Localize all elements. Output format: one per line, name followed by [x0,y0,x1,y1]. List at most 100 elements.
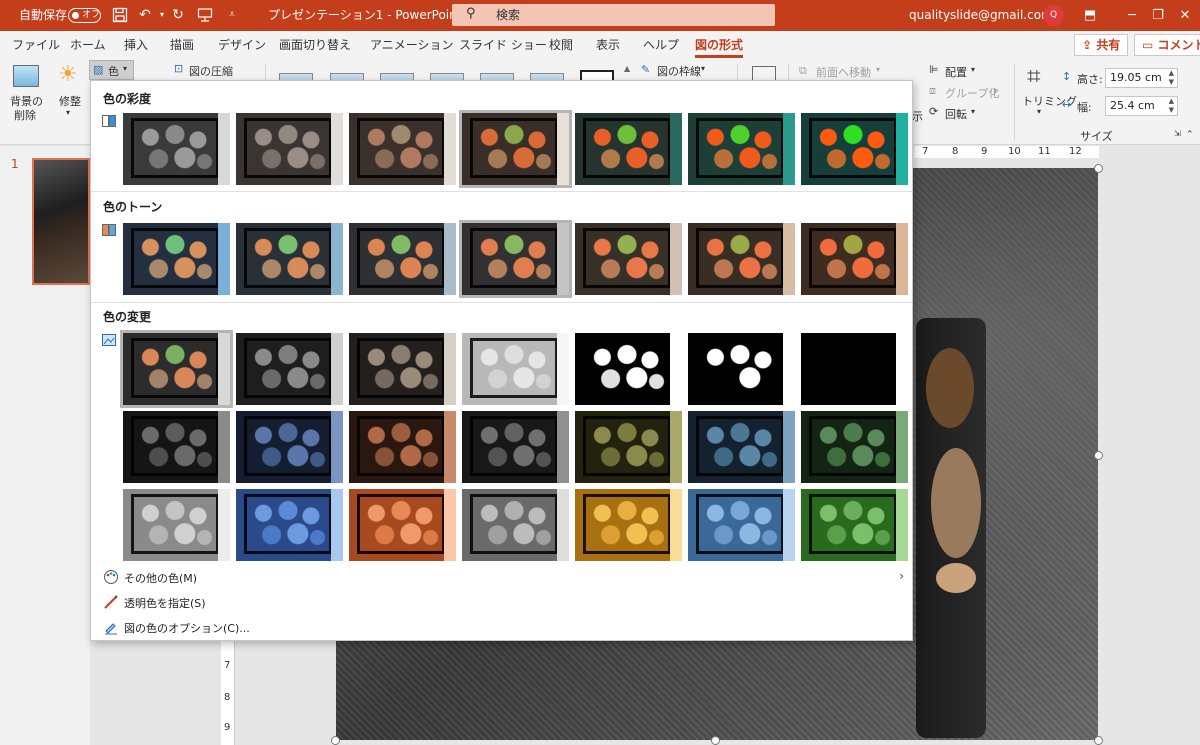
resize-handle[interactable] [1094,736,1103,745]
picture-color-options-menu-item[interactable]: 図の色のオプション(C)... [91,615,912,640]
recolor-preset-thumb[interactable] [801,411,908,483]
compress-icon[interactable]: ⊡ [174,62,183,75]
tone-preset-thumb[interactable] [801,223,908,295]
saturation-preset-thumb[interactable] [575,113,682,185]
customize-qat-icon[interactable]: ⩡ [224,7,240,23]
account-email[interactable]: qualityslide@gmail.com [909,0,1053,31]
tab-slideshow[interactable]: スライド ショー [459,36,547,53]
height-field[interactable]: 19.05 cm ▲ ▼ [1105,68,1178,88]
picture-border-dropdown-icon[interactable]: ▾ [701,64,705,73]
group-label[interactable]: グループ化 [945,85,999,101]
recolor-preset-thumb[interactable] [349,489,456,561]
bring-forward-dropdown-icon[interactable]: ▾ [876,65,880,74]
tab-transitions[interactable]: 画面切り替え [279,36,351,53]
recolor-preset-thumb[interactable] [575,333,682,405]
recolor-preset-thumb[interactable] [462,489,569,561]
rotate-label[interactable]: 回転 [945,106,967,122]
color-button[interactable]: ▨ 色 ▾ [89,60,134,80]
save-icon[interactable] [112,7,128,23]
spin-arrows-icon[interactable]: ▲ ▼ [1169,69,1174,87]
tab-design[interactable]: デザイン [218,36,266,53]
recolor-preset-thumb[interactable] [688,411,795,483]
recolor-preset-thumb[interactable] [801,333,908,405]
saturation-preset-thumb[interactable] [349,113,456,185]
tab-home[interactable]: ホーム [70,36,106,53]
bring-forward-label[interactable]: 前面へ移動 [816,64,871,80]
align-label[interactable]: 配置 [945,64,967,80]
close-icon[interactable]: ✕ [1165,0,1200,31]
tab-draw[interactable]: 描画 [170,36,194,53]
recolor-preset-thumb[interactable] [123,489,230,561]
autosave-toggle[interactable]: オフ [68,8,101,23]
slide-thumbnail[interactable] [32,158,90,285]
tab-review[interactable]: 校閲 [549,36,573,53]
recolor-preset-thumb[interactable] [120,330,233,408]
size-launcher-icon[interactable]: ⇲ [1174,129,1181,138]
width-field[interactable]: 25.4 cm ▲ ▼ [1105,96,1178,116]
tab-picture-format[interactable]: 図の形式 [695,36,744,58]
search-box[interactable]: ⚲ 検索 [452,4,775,26]
tone-preset-thumb[interactable] [349,223,456,295]
group-icon[interactable]: ⧈ [929,84,936,98]
collapse-ribbon-icon[interactable]: ⌃ [1186,130,1194,140]
recolor-preset-thumb[interactable] [236,411,343,483]
tab-animations[interactable]: アニメーション [370,36,454,53]
resize-handle[interactable] [1094,451,1103,460]
tone-preset-thumb[interactable] [575,223,682,295]
tab-file[interactable]: ファイル [12,36,60,53]
saturation-preset-thumb[interactable] [123,113,230,185]
avatar[interactable]: Q [1043,5,1064,26]
tab-help[interactable]: ヘルプ [643,36,679,53]
present-icon[interactable] [197,7,213,23]
remove-background-icon[interactable] [13,65,39,87]
set-transparent-color-menu-item[interactable]: 透明色を指定(S) [91,590,912,615]
tone-preset-thumb[interactable] [123,223,230,295]
recolor-preset-thumb[interactable] [688,333,795,405]
crop-icon[interactable]: ⌗ [1027,62,1041,90]
recolor-preset-thumb[interactable] [236,489,343,561]
saturation-preset-thumb[interactable] [459,110,572,188]
resize-handle[interactable] [331,736,340,745]
recolor-preset-thumb[interactable] [688,489,795,561]
remove-background-label-2[interactable]: 削除 [14,107,36,123]
undo-dropdown-icon[interactable]: ▾ [154,7,170,23]
saturation-preset-thumb[interactable] [688,113,795,185]
rotate-dropdown-icon[interactable]: ▾ [971,107,975,116]
group-dropdown-icon[interactable]: ▾ [993,86,997,95]
redo-icon[interactable]: ↻ [170,7,186,23]
picture-border-icon[interactable]: ✎ [641,63,650,76]
recolor-preset-thumb[interactable] [349,333,456,405]
recolor-preset-thumb[interactable] [236,333,343,405]
share-button[interactable]: ⇪ 共有 [1074,34,1129,56]
comments-button[interactable]: ▭ コメント [1134,34,1200,56]
rotate-icon[interactable]: ⟳ [929,105,938,118]
tone-preset-thumb[interactable] [688,223,795,295]
undo-icon[interactable]: ↶ [137,7,153,23]
recolor-preset-thumb[interactable] [575,411,682,483]
saturation-preset-thumb[interactable] [236,113,343,185]
spin-arrows-icon[interactable]: ▲ ▼ [1169,97,1174,115]
recolor-preset-thumb[interactable] [349,411,456,483]
resize-handle[interactable] [1094,164,1103,173]
tab-insert[interactable]: 挿入 [124,36,148,53]
crop-dropdown-icon[interactable]: ▾ [1037,107,1041,116]
picture-border-label[interactable]: 図の枠線 [657,63,701,79]
bring-forward-icon[interactable]: ⧉ [799,64,807,78]
resize-handle[interactable] [711,736,720,745]
tab-view[interactable]: 表示 [596,36,620,53]
tone-preset-thumb[interactable] [236,223,343,295]
tone-preset-thumb[interactable] [459,220,572,298]
ribbon-display-icon[interactable]: ⬒ [1070,0,1110,31]
align-icon[interactable]: ⊫ [929,63,939,76]
corrections-label[interactable]: 修整 [59,93,81,109]
align-dropdown-icon[interactable]: ▾ [971,65,975,74]
more-colors-menu-item[interactable]: その他の色(M) › [91,565,912,590]
sun-icon[interactable]: ☀ [58,62,78,87]
recolor-preset-thumb[interactable] [123,411,230,483]
recolor-preset-thumb[interactable] [575,489,682,561]
gallery-scroll-up-icon[interactable]: ▲ [624,64,630,73]
corrections-dropdown-icon[interactable]: ▾ [66,108,70,117]
saturation-preset-thumb[interactable] [801,113,908,185]
recolor-preset-thumb[interactable] [801,489,908,561]
recolor-preset-thumb[interactable] [462,411,569,483]
